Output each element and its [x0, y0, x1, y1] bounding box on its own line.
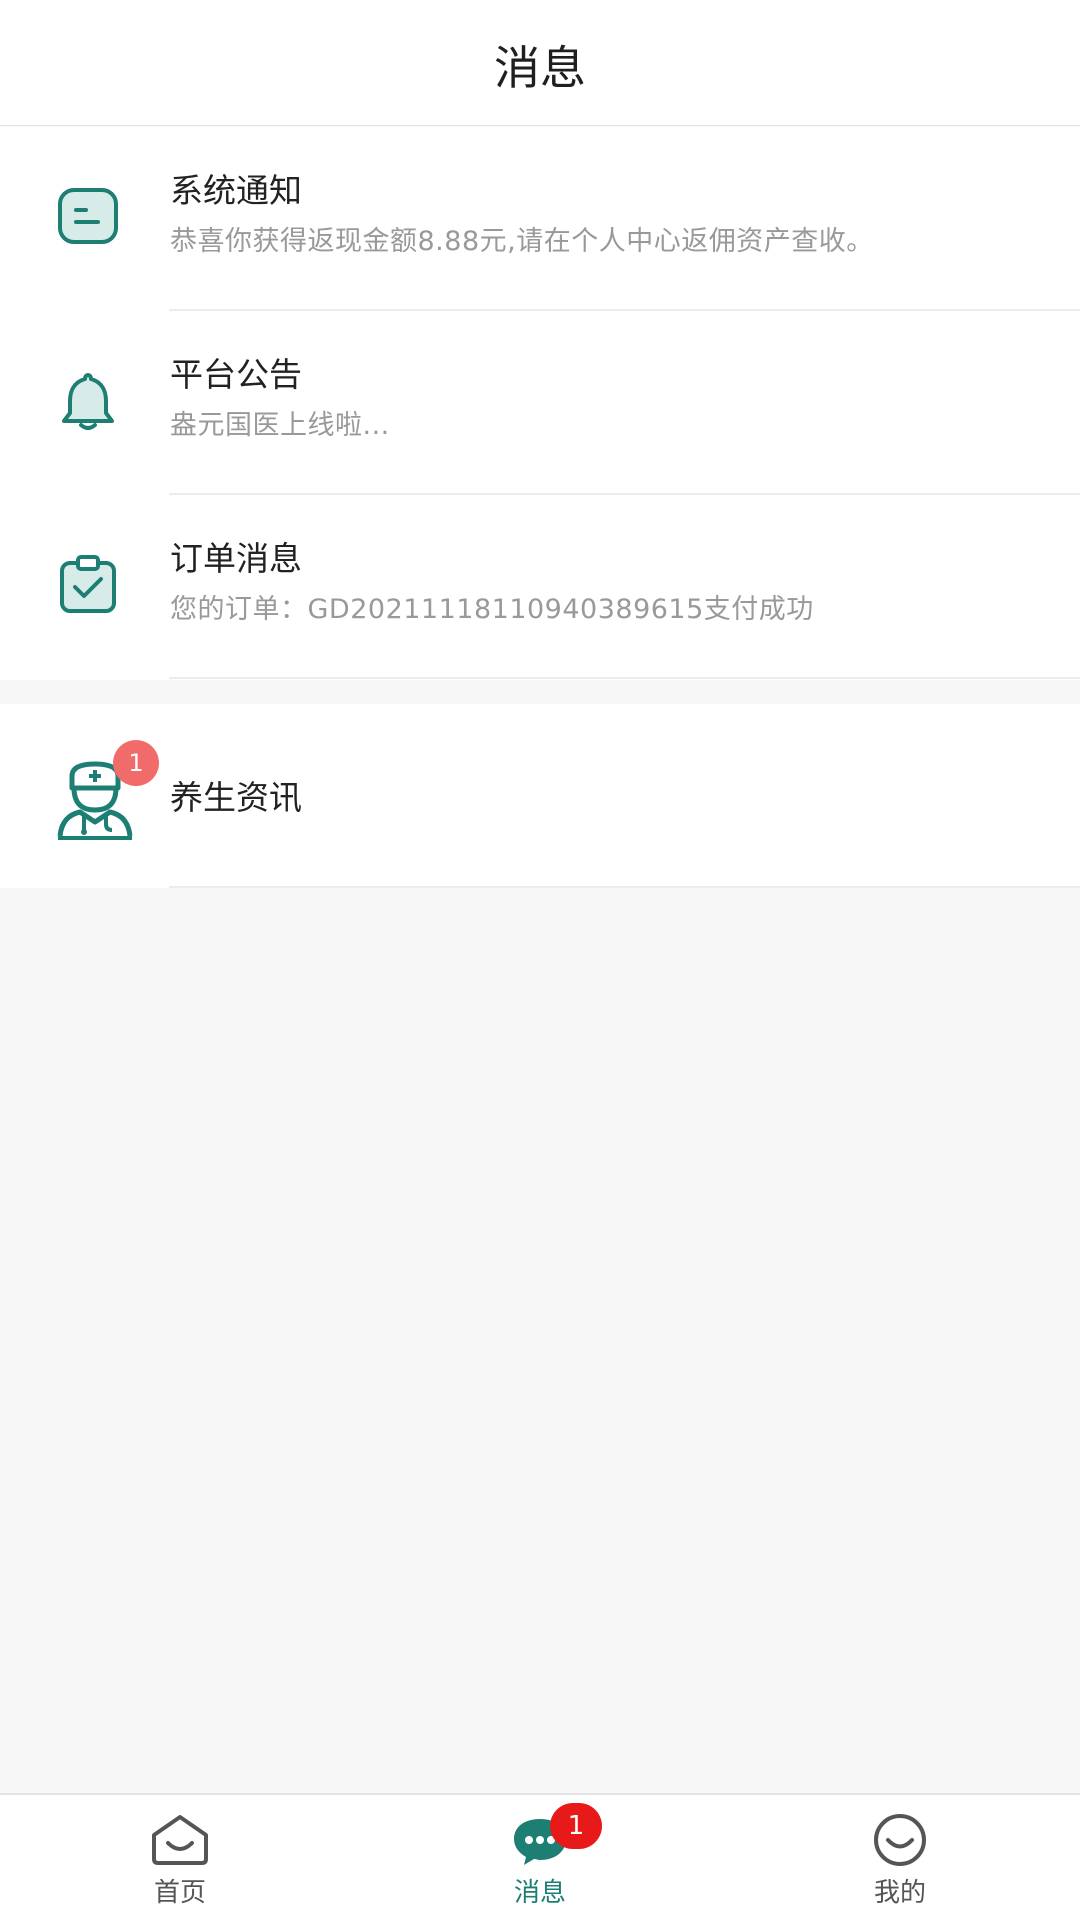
- list-item-subtitle: 盎元国医上线啦...: [170, 410, 390, 441]
- notice-icon: [58, 188, 118, 244]
- list-item-subtitle: 恭喜你获得返现金额8.88元,请在个人中心返佣资产查收。: [170, 226, 874, 257]
- tab-label: 我的: [873, 1878, 926, 1908]
- header-bar: 消息: [0, 0, 1080, 126]
- list-item-subtitle: 您的订单：GD20211118110940389615支付成功: [170, 594, 814, 625]
- clipboard-check-icon: [60, 555, 116, 613]
- tab-label: 首页: [153, 1878, 206, 1908]
- tab-mine[interactable]: 我的: [720, 1795, 1080, 1920]
- smile-icon: [874, 1814, 926, 1866]
- tab-unread-badge: 1: [550, 1803, 602, 1849]
- tab-messages[interactable]: 1 消息: [360, 1795, 720, 1920]
- list-item-system-notice[interactable]: 系统通知 恭喜你获得返现金额8.88元,请在个人中心返佣资产查收。: [0, 127, 1080, 311]
- list-item-title: 订单消息: [170, 539, 302, 578]
- divider: [169, 886, 1080, 888]
- health-news-section: 1 养生资讯: [0, 704, 1080, 888]
- list-item-title: 系统通知: [170, 171, 302, 210]
- list-item-health-news[interactable]: 1 养生资讯: [0, 704, 1080, 888]
- divider: [169, 677, 1080, 679]
- message-list: 系统通知 恭喜你获得返现金额8.88元,请在个人中心返佣资产查收。 平台公告 盎…: [0, 127, 1080, 680]
- tab-home[interactable]: 首页: [0, 1795, 360, 1920]
- tab-label: 消息: [513, 1878, 566, 1908]
- page-title: 消息: [494, 41, 586, 95]
- list-item-title: 养生资讯: [170, 778, 302, 817]
- home-icon: [152, 1815, 208, 1865]
- unread-badge: 1: [113, 740, 159, 786]
- list-item-platform-announcement[interactable]: 平台公告 盎元国医上线啦...: [0, 311, 1080, 495]
- bottom-tab-bar: 首页 1 消息 我的: [0, 1793, 1080, 1920]
- bell-icon: [62, 373, 114, 430]
- list-item-title: 平台公告: [170, 355, 302, 394]
- list-item-order-message[interactable]: 订单消息 您的订单：GD20211118110940389615支付成功: [0, 495, 1080, 679]
